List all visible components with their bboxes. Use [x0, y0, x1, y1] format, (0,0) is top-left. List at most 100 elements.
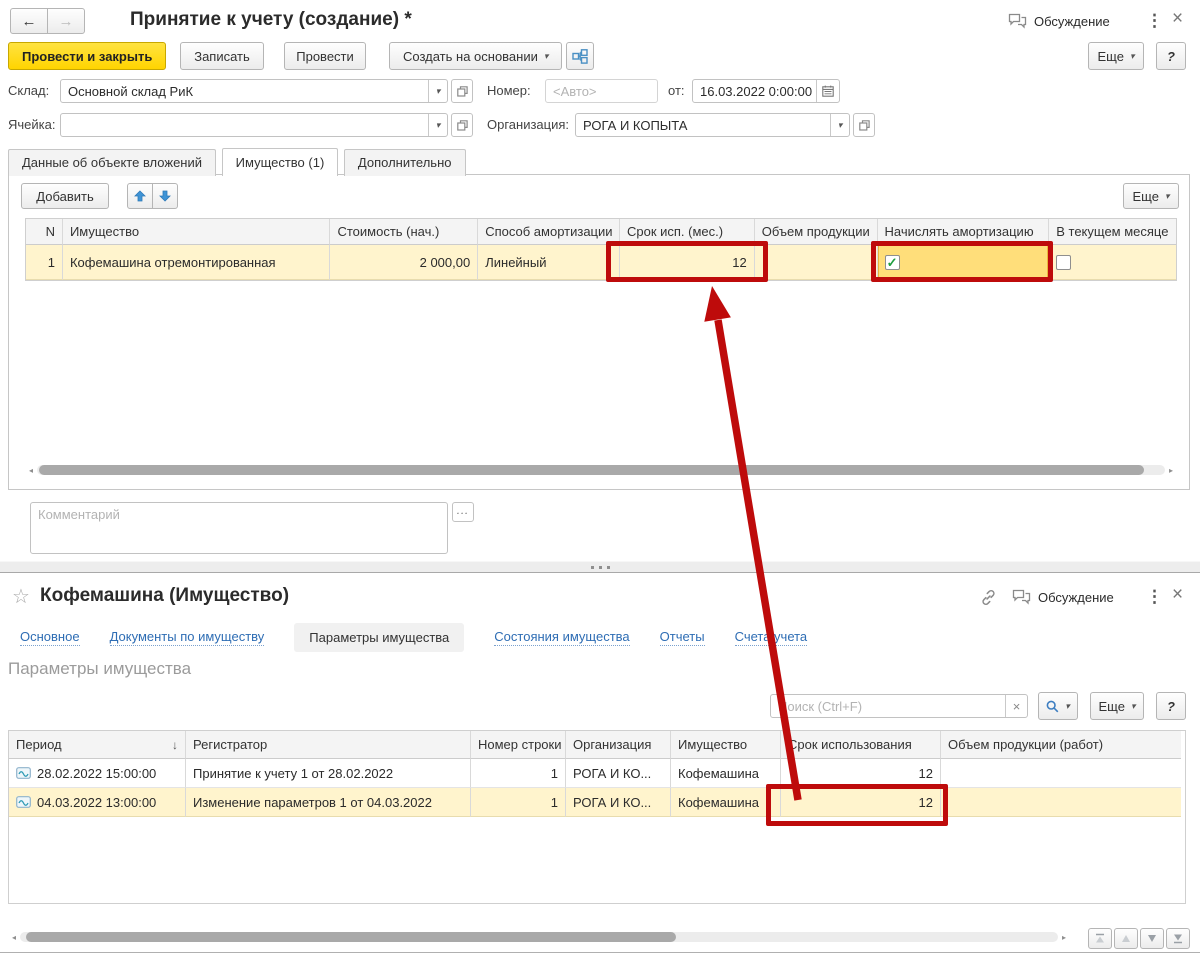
scrollbar-thumb[interactable]	[39, 465, 1144, 475]
cell-organization[interactable]: РОГА И КО...	[566, 759, 671, 788]
favorite-star-icon[interactable]	[12, 584, 30, 609]
column-header-registrar[interactable]: Регистратор	[186, 731, 471, 759]
next-page-button[interactable]	[1140, 928, 1164, 949]
cell-line-number[interactable]: 1	[471, 788, 566, 817]
scrollbar-track[interactable]	[20, 932, 1058, 942]
discussion-button[interactable]: Обсуждение	[1012, 589, 1114, 605]
column-header-line-number[interactable]: Номер строки	[471, 731, 566, 759]
more-actions-button[interactable]: Еще	[1088, 42, 1144, 70]
cell-cost[interactable]: 2 000,00	[330, 245, 478, 280]
accrue-depreciation-checkbox[interactable]	[885, 255, 900, 270]
nav-states[interactable]: Состояния имущества	[494, 629, 629, 646]
nav-documents[interactable]: Документы по имуществу	[110, 629, 265, 646]
column-header-n[interactable]: N	[26, 219, 63, 245]
column-header-organization[interactable]: Организация	[566, 731, 671, 759]
cell-volume[interactable]	[941, 788, 1181, 817]
nav-main[interactable]: Основное	[20, 629, 80, 646]
grid-more-button[interactable]: Еще	[1123, 183, 1179, 209]
scroll-left-icon[interactable]	[25, 466, 37, 475]
warehouse-open-button[interactable]	[451, 79, 473, 103]
scrollbar-track[interactable]	[37, 465, 1165, 475]
column-header-period[interactable]: Период	[9, 731, 186, 759]
table-row[interactable]: 1 Кофемашина отремонтированная 2 000,00 …	[26, 245, 1176, 280]
cell-open-button[interactable]	[451, 113, 473, 137]
move-row-down-button[interactable]	[152, 183, 178, 209]
cell-in-current-month[interactable]	[1049, 245, 1176, 280]
create-based-on-button[interactable]: Создать на основании	[389, 42, 562, 70]
tab-property[interactable]: Имущество (1)	[222, 148, 339, 176]
cell-organization[interactable]: РОГА И КО...	[566, 788, 671, 817]
organization-open-button[interactable]	[853, 113, 875, 137]
nav-accounts[interactable]: Счета учета	[735, 629, 808, 646]
help-button[interactable]	[1156, 42, 1186, 70]
more-menu-icon[interactable]	[1146, 587, 1163, 607]
comment-expand-button[interactable]	[452, 502, 474, 522]
column-header-method[interactable]: Способ амортизации	[478, 219, 620, 245]
save-button[interactable]: Записать	[180, 42, 264, 70]
help-button[interactable]	[1156, 692, 1186, 720]
warehouse-dropdown-button[interactable]	[428, 80, 447, 102]
cell-term[interactable]: 12	[781, 788, 941, 817]
search-options-button[interactable]	[1038, 692, 1078, 720]
tab-additional[interactable]: Дополнительно	[344, 149, 466, 176]
cell-dropdown-button[interactable]	[428, 114, 447, 136]
scroll-right-icon[interactable]	[1058, 933, 1070, 942]
go-to-first-button[interactable]	[1088, 928, 1112, 949]
forward-button[interactable]	[47, 8, 85, 34]
column-header-cost[interactable]: Стоимость (нач.)	[330, 219, 478, 245]
move-row-up-button[interactable]	[127, 183, 153, 209]
warehouse-input[interactable]: Основной склад РиК	[60, 79, 448, 103]
go-to-last-button[interactable]	[1166, 928, 1190, 949]
cell-registrar[interactable]: Принятие к учету 1 от 28.02.2022	[186, 759, 471, 788]
cell-term[interactable]: 12	[781, 759, 941, 788]
pane-splitter[interactable]	[0, 561, 1200, 573]
cell-accrue-depreciation[interactable]	[878, 245, 1050, 280]
post-button[interactable]: Провести	[284, 42, 366, 70]
scrollbar-thumb[interactable]	[26, 932, 676, 942]
back-button[interactable]	[10, 8, 48, 34]
cell-asset[interactable]: Кофемашина отремонтированная	[63, 245, 331, 280]
column-header-term[interactable]: Срок использования	[781, 731, 941, 759]
organization-input[interactable]: РОГА И КОПЫТА	[575, 113, 850, 137]
number-input[interactable]: <Авто>	[545, 79, 658, 103]
comment-textarea[interactable]: Комментарий	[30, 502, 448, 554]
cell-n[interactable]: 1	[26, 245, 63, 280]
tab-investment-object-data[interactable]: Данные об объекте вложений	[8, 149, 216, 176]
scroll-right-icon[interactable]	[1165, 466, 1177, 475]
cell-volume[interactable]	[755, 245, 878, 280]
nav-parameters-active[interactable]: Параметры имущества	[294, 623, 464, 652]
close-window-icon[interactable]	[1172, 584, 1183, 606]
cell-period[interactable]: 04.03.2022 13:00:00	[9, 788, 186, 817]
scroll-left-icon[interactable]	[8, 933, 20, 942]
cell-method[interactable]: Линейный	[478, 245, 620, 280]
list-more-button[interactable]: Еще	[1090, 692, 1144, 720]
calendar-button[interactable]	[816, 80, 839, 102]
column-header-term[interactable]: Срок исп. (мес.)	[620, 219, 755, 245]
column-header-volume[interactable]: Объем продукции	[755, 219, 878, 245]
previous-page-button[interactable]	[1114, 928, 1138, 949]
cell-input[interactable]	[60, 113, 448, 137]
cell-asset[interactable]: Кофемашина	[671, 788, 781, 817]
organization-dropdown-button[interactable]	[830, 114, 849, 136]
copy-link-button[interactable]	[980, 589, 997, 609]
cell-term[interactable]: 12	[620, 245, 755, 280]
date-input[interactable]: 16.03.2022 0:00:00	[692, 79, 840, 103]
column-header-asset[interactable]: Имущество	[63, 219, 331, 245]
clear-search-button[interactable]: ×	[1005, 695, 1027, 717]
current-month-checkbox[interactable]	[1056, 255, 1071, 270]
table-row[interactable]: 28.02.2022 15:00:00 Принятие к учету 1 о…	[9, 759, 1185, 788]
post-and-close-button[interactable]: Провести и закрыть	[8, 42, 166, 70]
nav-reports[interactable]: Отчеты	[660, 629, 705, 646]
column-header-accrue[interactable]: Начислять амортизацию	[878, 219, 1050, 245]
window-horizontal-scrollbar[interactable]	[8, 930, 1070, 944]
search-input[interactable]: Поиск (Ctrl+F) ×	[770, 694, 1028, 718]
column-header-current-month[interactable]: В текущем месяце	[1049, 219, 1176, 245]
close-window-icon[interactable]	[1172, 8, 1183, 30]
table-row[interactable]: 04.03.2022 13:00:00 Изменение параметров…	[9, 788, 1185, 817]
column-header-volume[interactable]: Объем продукции (работ)	[941, 731, 1181, 759]
cell-volume[interactable]	[941, 759, 1181, 788]
more-menu-icon[interactable]	[1146, 11, 1163, 31]
column-header-asset[interactable]: Имущество	[671, 731, 781, 759]
table-horizontal-scrollbar[interactable]	[25, 463, 1177, 477]
cell-asset[interactable]: Кофемашина	[671, 759, 781, 788]
